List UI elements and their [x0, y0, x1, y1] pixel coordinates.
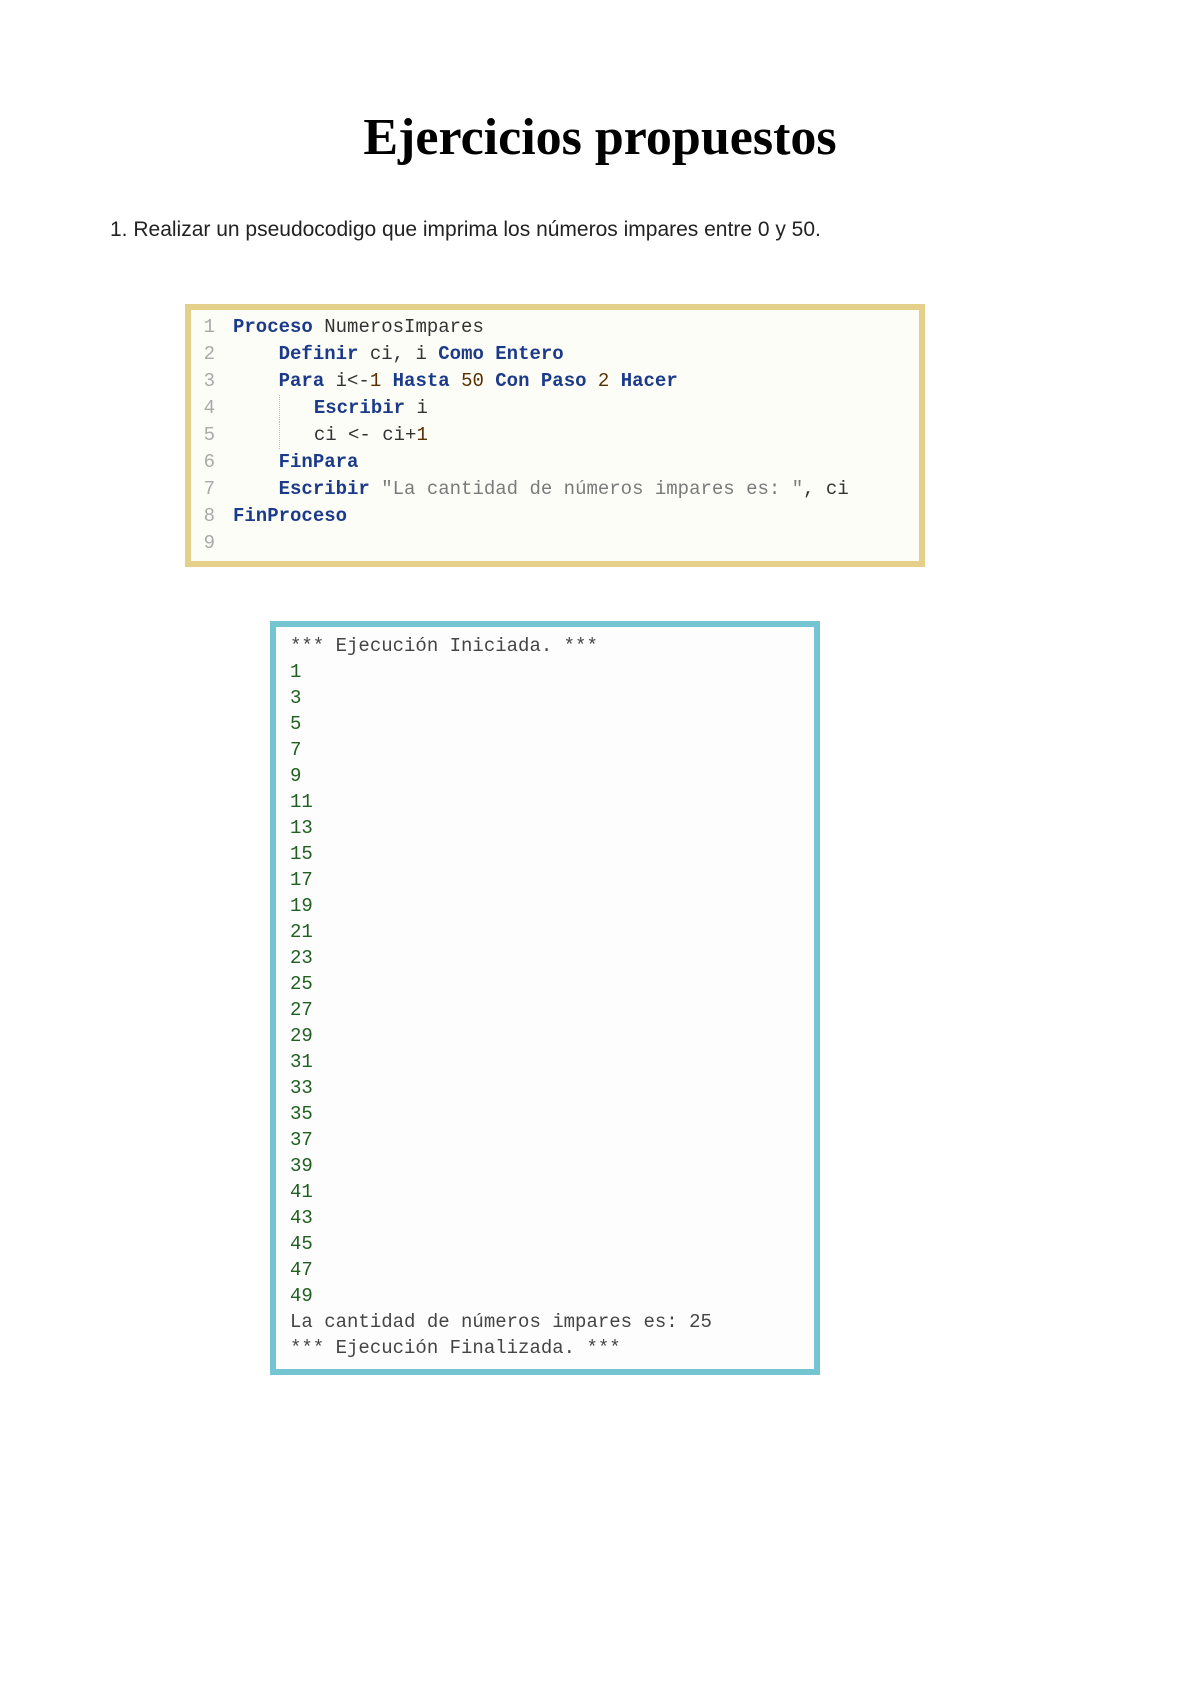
- line-number-gutter: 123456789: [191, 310, 223, 561]
- code-content: Proceso NumerosImpares Definir ci, i Com…: [223, 310, 919, 561]
- token-num: 1: [370, 370, 381, 392]
- output-number: 39: [290, 1153, 800, 1179]
- output-number: 35: [290, 1101, 800, 1127]
- code-line: FinProceso: [233, 503, 913, 530]
- line-number: 7: [191, 476, 219, 503]
- output-end-banner: *** Ejecución Finalizada. ***: [290, 1335, 800, 1361]
- token-id: NumerosImpares: [324, 316, 484, 338]
- token: [233, 343, 279, 365]
- token-num: 2: [598, 370, 609, 392]
- token: [233, 478, 279, 500]
- line-number: 5: [191, 422, 219, 449]
- line-number: 4: [191, 395, 219, 422]
- document-title: Ejercicios propuestos: [110, 108, 1090, 167]
- output-number: 5: [290, 711, 800, 737]
- token: [370, 478, 381, 500]
- token: [313, 316, 324, 338]
- output-number: 3: [290, 685, 800, 711]
- execution-output: *** Ejecución Iniciada. ***1357911131517…: [270, 621, 820, 1375]
- token: [484, 343, 495, 365]
- output-number: 19: [290, 893, 800, 919]
- token-kw: FinPara: [279, 451, 359, 473]
- output-number: 17: [290, 867, 800, 893]
- output-number: 7: [290, 737, 800, 763]
- output-summary: La cantidad de números impares es: 25: [290, 1309, 800, 1335]
- output-number: 45: [290, 1231, 800, 1257]
- token: [381, 370, 392, 392]
- line-number: 6: [191, 449, 219, 476]
- token-kw: Hacer: [621, 370, 678, 392]
- token-kw: Con Paso: [495, 370, 586, 392]
- output-number: 25: [290, 971, 800, 997]
- output-number: 37: [290, 1127, 800, 1153]
- output-number: 33: [290, 1075, 800, 1101]
- token: [233, 370, 279, 392]
- output-number: 13: [290, 815, 800, 841]
- token-kw: Escribir: [314, 397, 405, 419]
- token: [587, 370, 598, 392]
- output-number: 11: [290, 789, 800, 815]
- token-kw: Definir: [279, 343, 359, 365]
- token: i<-: [324, 370, 370, 392]
- output-start-banner: *** Ejecución Iniciada. ***: [290, 633, 800, 659]
- exercise-prompt: 1. Realizar un pseudocodigo que imprima …: [110, 215, 1090, 244]
- line-number: 1: [191, 314, 219, 341]
- code-line: Proceso NumerosImpares: [233, 314, 913, 341]
- code-line: ci <- ci+1: [233, 422, 913, 449]
- token: ci, i: [358, 343, 438, 365]
- line-number: 9: [191, 530, 219, 557]
- token-kw: Para: [279, 370, 325, 392]
- token: i: [405, 397, 428, 419]
- token-kw: Proceso: [233, 316, 313, 338]
- token-str: "La cantidad de números impares es: ": [381, 478, 803, 500]
- output-number: 9: [290, 763, 800, 789]
- output-number: 27: [290, 997, 800, 1023]
- output-number: 31: [290, 1049, 800, 1075]
- document-page: Ejercicios propuestos 1. Realizar un pse…: [0, 0, 1200, 1697]
- token: [233, 424, 279, 446]
- token-kw: FinProceso: [233, 505, 347, 527]
- code-line: Para i<-1 Hasta 50 Con Paso 2 Hacer: [233, 368, 913, 395]
- token-kw: Como: [438, 343, 484, 365]
- output-number: 23: [290, 945, 800, 971]
- code-line: Escribir "La cantidad de números impares…: [233, 476, 913, 503]
- token: [233, 397, 279, 419]
- token-kw: Hasta: [393, 370, 450, 392]
- token-num: 1: [416, 424, 427, 446]
- line-number: 3: [191, 368, 219, 395]
- output-number: 29: [290, 1023, 800, 1049]
- output-number: 49: [290, 1283, 800, 1309]
- token-num: 50: [461, 370, 484, 392]
- token: [233, 451, 279, 473]
- token: [280, 397, 314, 419]
- output-number: 41: [290, 1179, 800, 1205]
- output-number: 1: [290, 659, 800, 685]
- output-number: 43: [290, 1205, 800, 1231]
- line-number: 2: [191, 341, 219, 368]
- output-number: 21: [290, 919, 800, 945]
- token: ci <- ci+: [280, 424, 417, 446]
- pseudocode-editor: 123456789 Proceso NumerosImpares Definir…: [185, 304, 925, 567]
- code-line: Escribir i: [233, 395, 913, 422]
- token: [484, 370, 495, 392]
- token-kw: Entero: [495, 343, 563, 365]
- code-line: Definir ci, i Como Entero: [233, 341, 913, 368]
- token-kw: Escribir: [279, 478, 370, 500]
- output-number: 15: [290, 841, 800, 867]
- code-line: FinPara: [233, 449, 913, 476]
- token: [609, 370, 620, 392]
- output-number: 47: [290, 1257, 800, 1283]
- code-line: [233, 530, 913, 557]
- line-number: 8: [191, 503, 219, 530]
- token: [450, 370, 461, 392]
- token: , ci: [803, 478, 849, 500]
